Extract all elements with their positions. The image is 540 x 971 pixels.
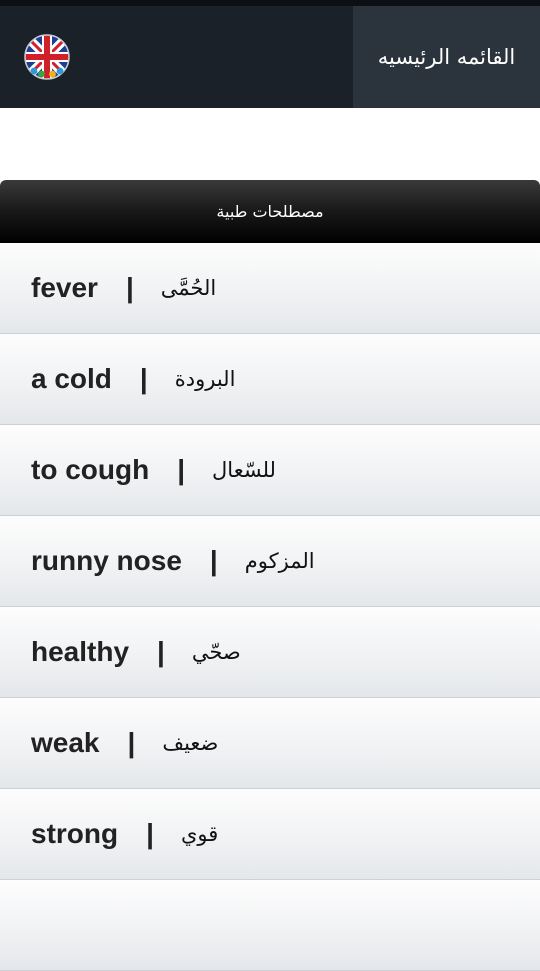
separator: |: [125, 272, 134, 303]
uk-flag-icon[interactable]: [24, 34, 70, 80]
arabic-term: المزكوم: [244, 549, 315, 573]
list-item[interactable]: strong | قوي: [0, 789, 540, 880]
arabic-term: صحّي: [191, 640, 241, 664]
list-item[interactable]: healthy | صحّي: [0, 607, 540, 698]
list-item[interactable]: a cold | البرودة: [0, 334, 540, 425]
arabic-term: الحُمَّى: [160, 276, 217, 300]
category-title: مصطلحات طبية: [216, 202, 324, 221]
english-term: healthy: [31, 636, 130, 667]
english-term: fever: [31, 272, 98, 303]
separator: |: [139, 363, 148, 394]
list-item[interactable]: weak | ضعيف: [0, 698, 540, 789]
separator: |: [127, 727, 136, 758]
english-term: weak: [31, 727, 100, 758]
english-term: to cough: [31, 454, 150, 485]
arabic-term: قوي: [180, 822, 219, 846]
main-menu-label: القائمه الرئيسيه: [377, 45, 516, 69]
list-item-partial[interactable]: [0, 880, 540, 971]
list-item[interactable]: runny nose | المزكوم: [0, 516, 540, 607]
category-title-bar: مصطلحات طبية: [0, 180, 540, 243]
spacer: [0, 108, 540, 180]
english-term: a cold: [31, 363, 112, 394]
list-item[interactable]: to cough | للسّعال: [0, 425, 540, 516]
separator: |: [177, 454, 186, 485]
separator: |: [157, 636, 165, 667]
separator: |: [146, 818, 154, 849]
arabic-term: البرودة: [174, 367, 236, 391]
list-item[interactable]: fever | الحُمَّى: [0, 243, 540, 334]
arabic-term: ضعيف: [162, 731, 219, 755]
english-term: strong: [31, 818, 119, 849]
term-list: fever | الحُمَّى a cold | البرودة to cou…: [0, 243, 540, 971]
arabic-term: للسّعال: [212, 458, 276, 482]
main-menu-button[interactable]: القائمه الرئيسيه: [353, 6, 540, 108]
top-bar: القائمه الرئيسيه: [0, 0, 540, 108]
english-term: runny nose: [31, 545, 182, 576]
separator: |: [209, 545, 218, 576]
